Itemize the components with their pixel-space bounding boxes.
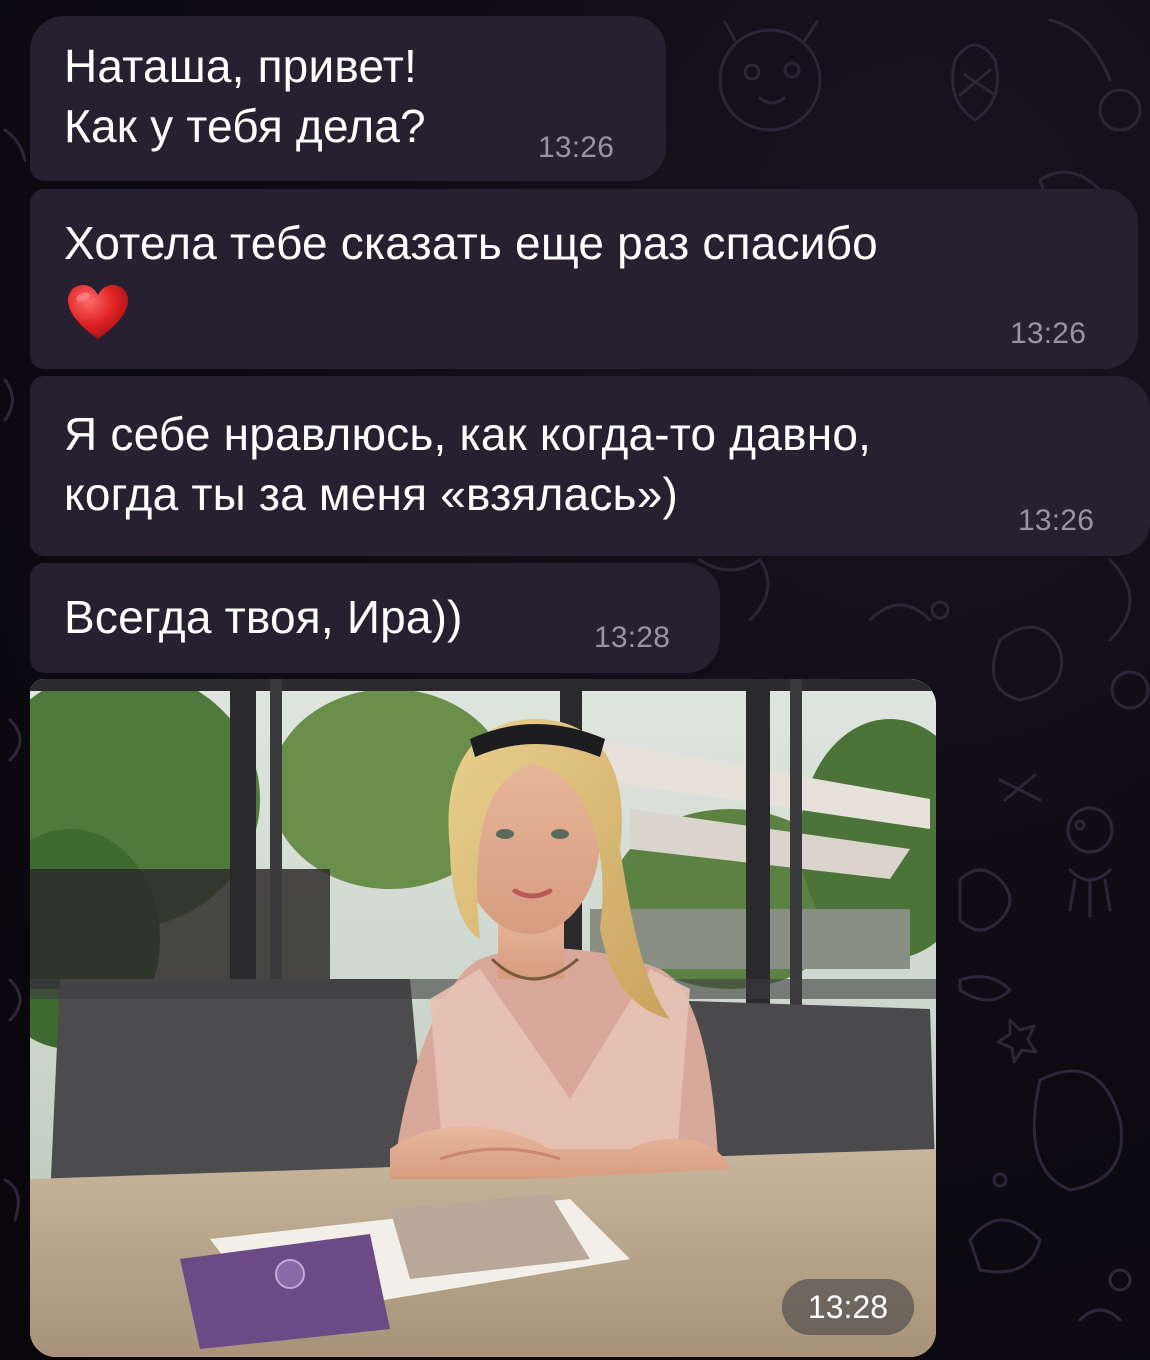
message-bubble[interactable]: Наташа, привет! Как у тебя дела? 13:26 [30,16,666,181]
message-bubble[interactable]: Всегда твоя, Ира)) 13:28 [30,563,720,673]
chat-view: Наташа, привет! Как у тебя дела? 13:26 Х… [0,0,1150,1360]
photo-timestamp: 13:28 [781,1279,914,1335]
message-bubble[interactable]: Хотела тебе сказать еще раз спасибо 13:2… [30,189,1138,369]
message-bubble[interactable]: Я себе нравлюсь, как когда-то давно, ког… [30,376,1150,556]
message-timestamp: 13:26 [1010,317,1087,350]
photo-message[interactable]: 13:28 [30,679,936,1357]
heart-emoji [68,285,128,339]
message-text: Наташа, привет! [64,40,417,92]
message-text: когда ты за меня «взялась») [64,468,679,520]
message-timestamp: 13:26 [1018,504,1095,537]
message-timestamp: 13:28 [594,621,671,654]
photo-image [30,679,936,1357]
message-timestamp: 13:26 [538,131,615,164]
message-text: Я себе нравлюсь, как когда-то давно, [64,408,872,460]
message-text: Хотела тебе сказать еще раз спасибо [64,217,878,269]
